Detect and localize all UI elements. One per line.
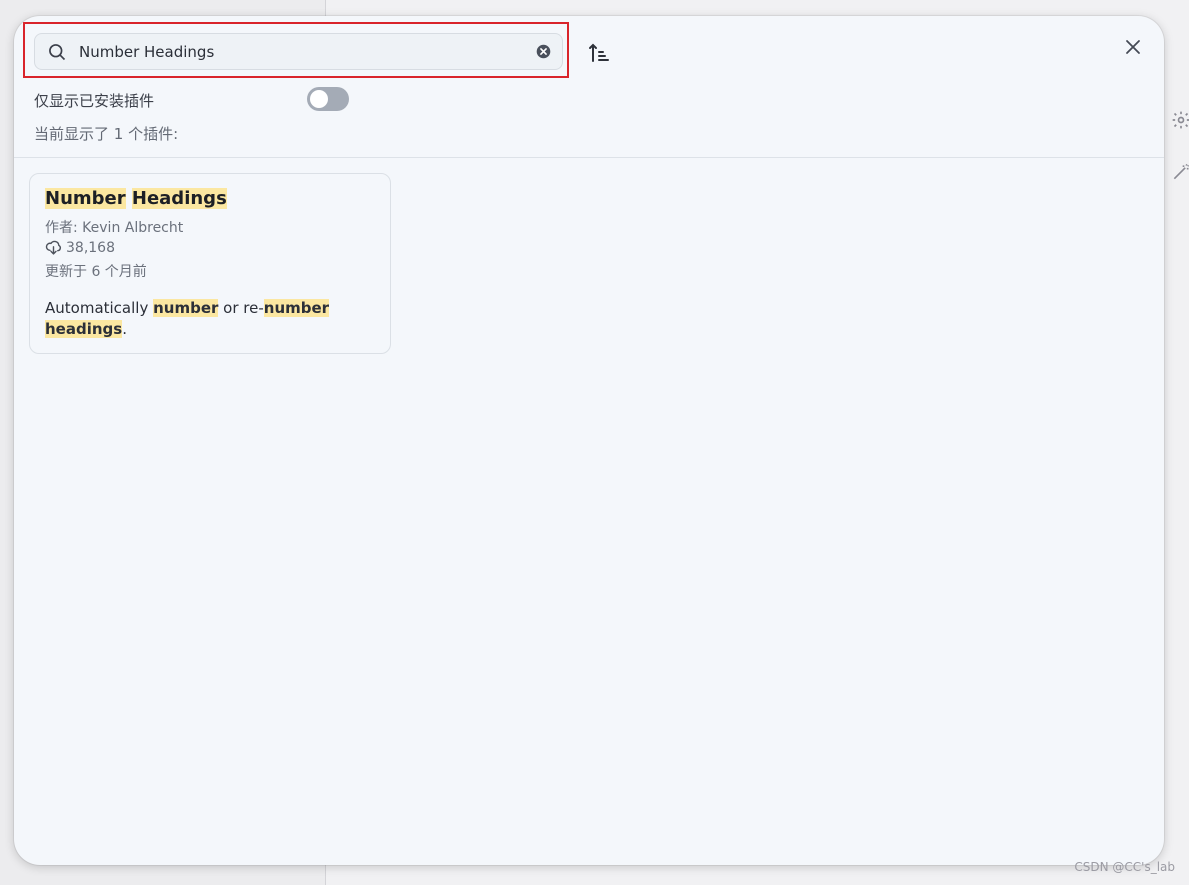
clear-search-icon[interactable] <box>535 43 552 60</box>
header-divider <box>14 157 1164 158</box>
gear-icon[interactable] <box>1171 110 1189 130</box>
watermark: CSDN @CC's_lab <box>1074 860 1175 874</box>
plugin-description: Automatically number or re-number headin… <box>45 298 345 340</box>
author-name: Kevin Albrecht <box>82 220 184 236</box>
plugin-author: 作者: Kevin Albrecht <box>45 217 183 237</box>
desc-match: headings <box>45 320 123 338</box>
title-match: Headings <box>131 188 227 209</box>
sort-icon[interactable] <box>587 41 611 65</box>
search-input[interactable] <box>79 34 519 69</box>
desc-match: number <box>153 299 219 317</box>
close-icon[interactable] <box>1124 38 1142 56</box>
installed-only-label: 仅显示已安装插件 <box>34 92 155 110</box>
author-label: 作者: <box>45 220 78 236</box>
desc-text: . <box>122 320 127 338</box>
desc-text: or re- <box>218 299 264 317</box>
download-count: 38,168 <box>66 239 115 256</box>
plugin-count-text: 当前显示了 1 个插件: <box>34 125 179 143</box>
magic-wand-icon[interactable] <box>1171 162 1189 182</box>
download-cloud-icon <box>45 239 62 256</box>
search-field[interactable] <box>34 33 563 70</box>
desc-text: Automatically <box>45 299 154 317</box>
plugin-card[interactable]: Number Headings 作者: Kevin Albrecht 38,16… <box>29 173 391 354</box>
plugin-title: Number Headings <box>45 188 227 209</box>
desc-match: number <box>263 299 330 317</box>
plugin-updated: 更新于 6 个月前 <box>45 264 147 280</box>
community-plugins-modal: 仅显示已安装插件 当前显示了 1 个插件: Number Headings 作者… <box>14 16 1164 865</box>
search-icon <box>47 42 67 62</box>
toggle-knob <box>310 90 328 108</box>
title-match: Number <box>45 188 126 209</box>
installed-only-toggle[interactable] <box>307 87 349 111</box>
plugin-downloads: 38,168 <box>45 239 115 256</box>
